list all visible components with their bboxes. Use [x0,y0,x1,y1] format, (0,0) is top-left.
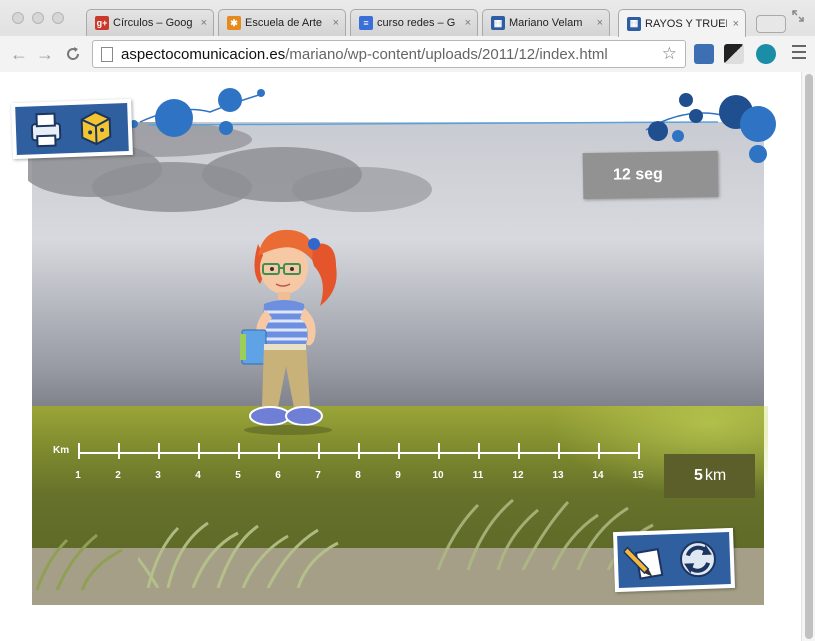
ruler-tick-label: 12 [512,470,524,481]
ruler-tick [78,443,80,459]
blog-icon: ▦ [627,16,641,31]
url-path: /mariano/wp-content/uploads/2011/12/inde… [285,45,608,63]
tab-title: RAYOS Y TRUEN [645,17,727,30]
close-tab-icon[interactable]: × [195,17,207,29]
ruler-tick-label: 5 [235,470,241,481]
km-ruler: Km 1 2 3 4 5 6 7 8 9 10 11 12 13 14 15 [28,100,768,605]
new-tab-button[interactable] [756,15,786,33]
ruler-tick [518,443,520,459]
fullscreen-icon[interactable] [791,9,805,23]
ruler-tick [238,443,240,459]
ruler-label: Km [53,445,70,456]
scroll-thumb[interactable] [805,74,813,639]
address-bar[interactable]: aspectocomunicacion.es/mariano/wp-conten… [92,40,686,68]
extension-swirl-icon[interactable] [756,44,776,64]
tab-mariano[interactable]: ▦ Mariano Velam × [482,9,610,36]
tab-curso-redes[interactable]: ≡ curso redes – G × [350,9,478,36]
ruler-tick [478,443,480,459]
decorative-bubbles-left [130,88,265,137]
bottom-tools-card [612,527,736,593]
ruler-tick [198,443,200,459]
extension-pattern-icon[interactable] [724,44,744,64]
docs-icon: ≡ [359,16,373,30]
decorative-bubbles-right [645,93,776,163]
edit-pencil-icon[interactable] [623,538,669,584]
close-tab-icon[interactable]: × [591,17,603,29]
vertical-scrollbar[interactable] [801,72,815,641]
ruler-tick-label: 13 [552,470,564,481]
reload-icon[interactable] [64,45,82,63]
forward-arrow-icon[interactable]: → [36,44,54,65]
ruler-tick [598,443,600,459]
minimize-window-button[interactable] [32,12,44,24]
tab-title: curso redes – G [377,17,456,29]
close-tab-icon[interactable]: × [459,17,471,29]
menu-icon[interactable] [792,45,806,59]
ruler-tick-label: 11 [472,470,484,481]
ruler-tick-label: 3 [155,470,161,481]
print-icon[interactable] [25,109,66,150]
ruler-tick [278,443,280,459]
page-icon [101,47,113,62]
close-window-button[interactable] [12,12,24,24]
browser-chrome: g+ Círculos – Goog × ✱ Escuela de Arte ×… [0,0,815,72]
refresh-icon[interactable] [675,536,721,582]
top-tools-card [11,98,133,160]
tab-rayos-truenos[interactable]: ▦ RAYOS Y TRUEN × [618,9,746,37]
ruler-tick [438,443,440,459]
close-tab-icon[interactable]: × [727,18,739,30]
back-arrow-icon[interactable]: ← [10,44,28,65]
close-tab-icon[interactable]: × [327,17,339,29]
tab-title: Escuela de Arte [245,17,323,29]
tab-circulos[interactable]: g+ Círculos – Goog × [86,9,214,36]
joomla-icon: ✱ [227,16,241,30]
url-host: aspectocomunicacion.es [121,45,286,63]
blog-icon: ▦ [491,16,505,30]
ruler-tick-label: 6 [275,470,281,481]
ruler-tick-label: 7 [315,470,321,481]
ruler-tick [638,443,640,459]
ruler-tick [558,443,560,459]
bookmark-star-icon[interactable]: ☆ [662,44,677,64]
ruler-tick [318,443,320,459]
ruler-tick-label: 1 [75,470,81,481]
ruler-tick-label: 10 [432,470,444,481]
ruler-tick-label: 14 [592,470,604,481]
ruler-tick-label: 9 [395,470,401,481]
tab-title: Mariano Velam [509,17,583,29]
ruler-tick-label: 4 [195,470,201,481]
ruler-tick [398,443,400,459]
browser-toolbar: ← → aspectocomunicacion.es/mariano/wp-co… [0,36,815,72]
girl-character [240,229,337,435]
ruler-tick-label: 2 [115,470,121,481]
game-stage: 12 seg 5 km Km 1 2 3 4 5 6 7 8 9 10 11 12 13 14 15 [28,100,768,605]
tab-escuela[interactable]: ✱ Escuela de Arte × [218,9,346,36]
google-plus-icon: g+ [95,16,109,30]
ruler-tick [118,443,120,459]
ruler-tick-label: 15 [632,470,644,481]
zoom-window-button[interactable] [52,12,64,24]
tab-title: Círculos – Goog [113,17,193,29]
extension-photo-icon[interactable] [694,44,714,64]
ruler-tick [358,443,360,459]
cube-icon[interactable] [75,107,116,148]
ruler-tick-label: 8 [355,470,361,481]
ruler-tick [158,443,160,459]
